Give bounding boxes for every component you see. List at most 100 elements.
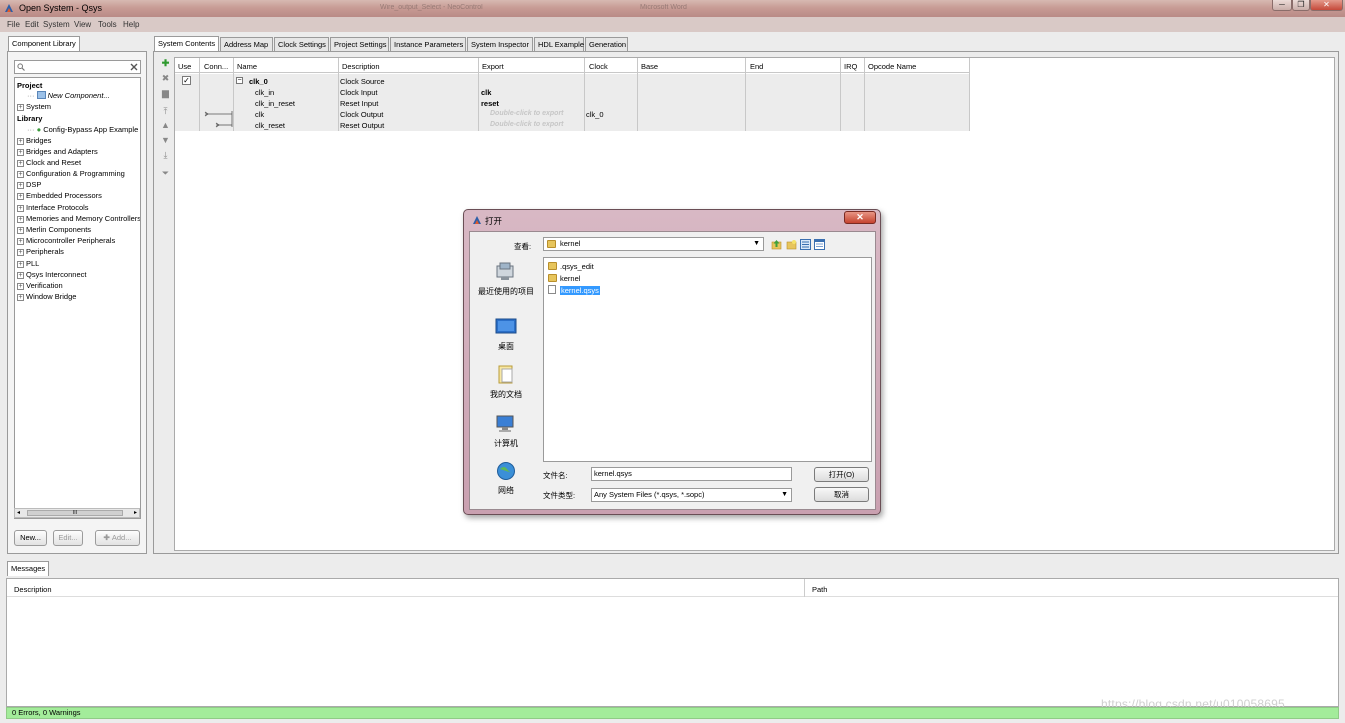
tree-item-system[interactable]: + System: [17, 101, 51, 112]
menu-edit[interactable]: Edit: [25, 20, 39, 29]
filename-input[interactable]: kernel.qsys: [591, 467, 792, 481]
cancel-button[interactable]: 取消: [814, 487, 869, 502]
table-row-export[interactable]: Double-click to export: [490, 121, 564, 128]
tree-item-bridges-adapters[interactable]: + Bridges and Adapters: [17, 146, 98, 157]
collapse-icon[interactable]: −: [236, 77, 243, 84]
tree-item-merlin[interactable]: + Merlin Components: [17, 224, 91, 235]
filter-icon[interactable]: ⏷: [160, 168, 171, 179]
col-irq[interactable]: IRQ: [844, 62, 857, 71]
table-row-desc: Clock Output: [340, 110, 384, 119]
tree-item-bridges[interactable]: + Bridges: [17, 135, 51, 146]
tree-item-window-bridge[interactable]: + Window Bridge: [17, 291, 76, 302]
place-recent[interactable]: 最近使用的项目: [476, 262, 536, 296]
place-documents[interactable]: 我的文档: [476, 365, 536, 399]
tree-item-new-component[interactable]: ··· New Component...: [27, 90, 110, 101]
file-list-item-selected[interactable]: kernel.qsys: [546, 285, 601, 296]
details-view-icon[interactable]: [814, 239, 825, 250]
up-folder-icon[interactable]: [771, 239, 782, 250]
tree-item-embedded-processors[interactable]: + Embedded Processors: [17, 190, 102, 201]
list-view-icon[interactable]: [800, 239, 811, 250]
minimize-button[interactable]: ─: [1272, 0, 1292, 11]
tab-address-map[interactable]: Address Map: [220, 37, 273, 51]
tab-generation[interactable]: Generation: [585, 37, 628, 51]
menu-help[interactable]: Help: [123, 20, 139, 29]
tab-hdl-example[interactable]: HDL Example: [534, 37, 584, 51]
scroll-thumb[interactable]: III: [27, 510, 123, 516]
place-network[interactable]: 网络: [476, 461, 536, 495]
background-title: Wire_output_Select - NeoControl: [380, 4, 483, 11]
add-component-button[interactable]: ✚ Add...: [95, 530, 140, 546]
edit-component-button[interactable]: Edit...: [53, 530, 83, 546]
col-base[interactable]: Base: [641, 62, 658, 71]
table-row-export[interactable]: clk: [481, 88, 491, 97]
menu-file[interactable]: File: [7, 20, 20, 29]
new-component-button[interactable]: New...: [14, 530, 47, 546]
tab-clock-settings[interactable]: Clock Settings: [274, 37, 329, 51]
table-row-clock[interactable]: clk_0: [586, 110, 604, 119]
col-end[interactable]: End: [750, 62, 763, 71]
tree-item-peripherals[interactable]: + Peripherals: [17, 246, 64, 257]
col-use[interactable]: Use: [178, 62, 191, 71]
col-message-path[interactable]: Path: [812, 585, 827, 594]
col-connections[interactable]: Conn...: [204, 62, 228, 71]
file-list-item[interactable]: .qsys_edit: [546, 261, 594, 272]
table-row-export[interactable]: Double-click to export: [490, 110, 564, 117]
move-up-icon[interactable]: ▲: [160, 120, 171, 131]
place-computer[interactable]: 计算机: [476, 414, 536, 448]
library-horizontal-scrollbar[interactable]: ◂ III ▸: [14, 508, 140, 518]
tree-item-memories[interactable]: + Memories and Memory Controllers: [17, 213, 140, 224]
tab-system-inspector[interactable]: System Inspector: [467, 37, 533, 51]
tree-item-interface-protocols[interactable]: + Interface Protocols: [17, 202, 89, 213]
tree-item-configuration[interactable]: + Configuration & Programming: [17, 168, 125, 179]
tab-messages[interactable]: Messages: [7, 561, 50, 576]
close-button[interactable]: ✕: [1310, 0, 1343, 11]
tab-system-contents[interactable]: System Contents: [154, 36, 219, 51]
col-description[interactable]: Description: [342, 62, 380, 71]
col-message-description[interactable]: Description: [14, 585, 52, 594]
table-row-name[interactable]: clk_reset: [255, 121, 285, 130]
tree-item-config-bypass[interactable]: ··· ● Config-Bypass App Example: [27, 124, 138, 135]
library-search-input[interactable]: [14, 60, 141, 74]
use-checkbox[interactable]: ✓: [182, 76, 191, 85]
menu-view[interactable]: View: [74, 20, 91, 29]
tab-project-settings[interactable]: Project Settings: [330, 37, 389, 51]
tree-item-dsp[interactable]: + DSP: [17, 179, 41, 190]
comment-icon[interactable]: ▆: [160, 88, 171, 99]
col-name[interactable]: Name: [237, 62, 257, 71]
look-in-select[interactable]: kernel ▼: [543, 237, 764, 251]
restore-button[interactable]: ❐: [1292, 0, 1310, 11]
tree-item-pll[interactable]: + PLL: [17, 258, 39, 269]
col-opcode-name[interactable]: Opcode Name: [868, 62, 916, 71]
menu-system[interactable]: System: [43, 20, 70, 29]
move-top-icon[interactable]: ⤒: [160, 106, 171, 117]
status-bar: 0 Errors, 0 Warnings: [6, 707, 1339, 719]
table-row-export[interactable]: reset: [481, 99, 499, 108]
new-folder-icon[interactable]: [786, 239, 797, 250]
tab-component-library[interactable]: Component Library: [8, 36, 80, 51]
tree-item-qsys-interconnect[interactable]: + Qsys Interconnect: [17, 269, 86, 280]
open-button[interactable]: 打开(O): [814, 467, 869, 482]
move-bottom-icon[interactable]: ⤓: [160, 150, 171, 161]
dialog-close-button[interactable]: ✕: [844, 211, 876, 224]
remove-icon[interactable]: ✖: [160, 73, 171, 84]
filetype-select[interactable]: Any System Files (*.qsys, *.sopc) ▼: [591, 488, 792, 502]
table-row-name[interactable]: clk_0: [249, 77, 268, 86]
add-icon[interactable]: ✚: [160, 58, 171, 69]
move-down-icon[interactable]: ▼: [160, 135, 171, 146]
tree-item-microcontroller[interactable]: + Microcontroller Peripherals: [17, 235, 115, 246]
table-row-name[interactable]: clk_in_reset: [255, 99, 295, 108]
col-export[interactable]: Export: [482, 62, 504, 71]
tree-item-clock-reset[interactable]: + Clock and Reset: [17, 157, 81, 168]
open-file-dialog: 打开 ✕ 查看: kernel ▼ 最近使用的项目 桌面 我的文档 计算机 网络…: [463, 209, 881, 515]
table-row-name[interactable]: clk: [255, 110, 264, 119]
computer-icon: [496, 415, 514, 432]
clear-search-icon[interactable]: [130, 63, 138, 71]
tree-item-verification[interactable]: + Verification: [17, 280, 63, 291]
file-list-item[interactable]: kernel: [546, 273, 580, 284]
table-row-name[interactable]: clk_in: [255, 88, 274, 97]
qsys-app-icon: [5, 4, 13, 12]
menu-tools[interactable]: Tools: [98, 20, 117, 29]
tab-instance-parameters[interactable]: Instance Parameters: [390, 37, 466, 51]
col-clock[interactable]: Clock: [589, 62, 608, 71]
place-desktop[interactable]: 桌面: [476, 317, 536, 351]
